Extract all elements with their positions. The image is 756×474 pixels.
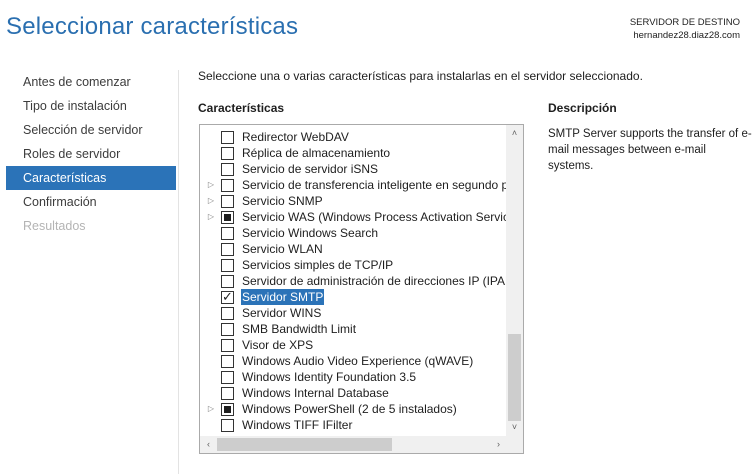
feature-checkbox[interactable]: [221, 323, 234, 336]
feature-list-item[interactable]: Réplica de almacenamiento: [200, 145, 507, 161]
feature-list-item[interactable]: Windows Internal Database: [200, 385, 507, 401]
feature-label: Windows Identity Foundation 3.5: [242, 370, 417, 384]
feature-checkbox[interactable]: [221, 195, 234, 208]
feature-checkbox[interactable]: [221, 179, 234, 192]
feature-checkbox[interactable]: [221, 227, 234, 240]
feature-list-item[interactable]: ▷ Servicio WAS (Windows Process Activatio…: [200, 209, 507, 225]
feature-list-item[interactable]: ▷ Servicio de transferencia inteligente e…: [200, 177, 507, 193]
feature-label: Servicio SNMP: [242, 194, 323, 208]
feature-label: Windows TIFF IFilter: [242, 418, 353, 432]
vertical-scroll-thumb[interactable]: [508, 334, 521, 421]
feature-list-item[interactable]: Visor de XPS: [200, 337, 507, 353]
feature-checkbox[interactable]: [221, 289, 234, 305]
feature-list-item[interactable]: Servicio WLAN: [200, 241, 507, 257]
destination-label: SERVIDOR DE DESTINO: [629, 17, 740, 28]
feature-list-item[interactable]: Servicios simples de TCP/IP: [200, 257, 507, 273]
feature-checkbox[interactable]: [221, 147, 234, 160]
expand-chevron-icon[interactable]: ▷: [206, 209, 216, 225]
feature-checkbox[interactable]: [221, 211, 234, 224]
feature-label: SMB Bandwidth Limit: [242, 322, 357, 336]
feature-list-item[interactable]: Windows TIFF IFilter: [200, 417, 507, 433]
feature-list-item[interactable]: Servidor de administración de direccione…: [200, 273, 507, 289]
feature-list-item[interactable]: Windows Audio Video Experience (qWAVE): [200, 353, 507, 369]
nav-item-seleccion-de-servidor[interactable]: Selección de servidor: [6, 118, 176, 142]
feature-checkbox[interactable]: [221, 403, 234, 416]
nav-item-roles-de-servidor[interactable]: Roles de servidor: [6, 142, 176, 166]
feature-label: Réplica de almacenamiento: [242, 146, 391, 160]
feature-list-item[interactable]: Windows Identity Foundation 3.5: [200, 369, 507, 385]
feature-checkbox[interactable]: [221, 371, 234, 384]
nav-item-tipo-de-instalacion[interactable]: Tipo de instalación: [6, 94, 176, 118]
feature-checkbox[interactable]: [221, 259, 234, 272]
features-rows: Redirector WebDAV Réplica de almacenamien…: [200, 129, 507, 433]
feature-checkbox[interactable]: [221, 419, 234, 432]
feature-list-item[interactable]: SMB Bandwidth Limit: [200, 321, 507, 337]
feature-label: Servicios simples de TCP/IP: [242, 258, 394, 272]
feature-list-item[interactable]: Redirector WebDAV: [200, 129, 507, 145]
nav-item-antes-de-comenzar[interactable]: Antes de comenzar: [6, 70, 176, 94]
feature-checkbox[interactable]: [221, 355, 234, 368]
feature-label: Servicio WLAN: [242, 242, 323, 256]
features-list[interactable]: Redirector WebDAV Réplica de almacenamien…: [199, 124, 524, 454]
feature-label: Windows Audio Video Experience (qWAVE): [242, 354, 474, 368]
feature-list-item[interactable]: Servicio de servidor iSNS: [200, 161, 507, 177]
scrollbar-corner: [506, 436, 523, 453]
wizard-nav: Antes de comenzar Tipo de instalación Se…: [6, 70, 176, 238]
nav-item-caracteristicas[interactable]: Características: [6, 166, 176, 190]
feature-checkbox[interactable]: [221, 275, 234, 288]
feature-checkbox[interactable]: [221, 339, 234, 352]
destination-server-info: SERVIDOR DE DESTINO hernandez28.diaz28.c…: [630, 16, 740, 42]
feature-list-item[interactable]: Servidor WINS: [200, 305, 507, 321]
destination-server-name: hernandez28.diaz28.com: [633, 30, 740, 41]
feature-list-item[interactable]: Servicio Windows Search: [200, 225, 507, 241]
nav-item-confirmacion[interactable]: Confirmación: [6, 190, 176, 214]
nav-item-resultados: Resultados: [23, 219, 86, 233]
scroll-right-icon[interactable]: ›: [490, 436, 507, 453]
feature-checkbox[interactable]: [221, 163, 234, 176]
scroll-left-icon[interactable]: ‹: [200, 436, 217, 453]
feature-label: Servidor de administración de direccione…: [242, 274, 507, 288]
expand-chevron-icon[interactable]: ▷: [206, 193, 216, 209]
nav-divider: [178, 70, 179, 474]
page-title: Seleccionar características: [6, 13, 299, 40]
feature-label: Servicio Windows Search: [242, 226, 379, 240]
features-heading: Características: [198, 101, 285, 115]
feature-label: Servicio de servidor iSNS: [242, 162, 379, 176]
description-text: SMTP Server supports the transfer of e-m…: [548, 128, 752, 172]
description-heading: Descripción: [548, 101, 617, 115]
vertical-scrollbar[interactable]: ˄ ˅: [506, 125, 523, 436]
feature-label: Servicio WAS (Windows Process Activation…: [242, 210, 507, 224]
feature-label: Visor de XPS: [242, 338, 314, 352]
feature-list-item[interactable]: ▷ Servicio SNMP: [200, 193, 507, 209]
feature-label: Windows PowerShell (2 de 5 instalados): [242, 402, 457, 416]
expand-chevron-icon[interactable]: ▷: [206, 177, 216, 193]
feature-checkbox[interactable]: [221, 307, 234, 320]
feature-label: Servidor WINS: [242, 306, 322, 320]
feature-checkbox[interactable]: [221, 387, 234, 400]
scroll-up-icon[interactable]: ˄: [506, 125, 523, 142]
feature-label: Servicio de transferencia inteligente en…: [242, 178, 507, 192]
feature-label: Redirector WebDAV: [242, 130, 349, 144]
expand-chevron-icon[interactable]: ▷: [206, 401, 216, 417]
feature-label: Windows Internal Database: [242, 386, 389, 400]
feature-checkbox[interactable]: [221, 131, 234, 144]
horizontal-scroll-thumb[interactable]: [217, 438, 392, 451]
intro-text: Seleccione una o varias características …: [198, 69, 643, 83]
feature-label: Servidor SMTP: [241, 289, 325, 305]
feature-list-item[interactable]: ▷ Windows PowerShell (2 de 5 instalados): [200, 401, 507, 417]
horizontal-scrollbar[interactable]: ‹ ›: [200, 436, 507, 453]
scroll-down-icon[interactable]: ˅: [506, 419, 523, 436]
feature-list-item[interactable]: Servidor SMTP: [200, 289, 507, 305]
feature-checkbox[interactable]: [221, 243, 234, 256]
